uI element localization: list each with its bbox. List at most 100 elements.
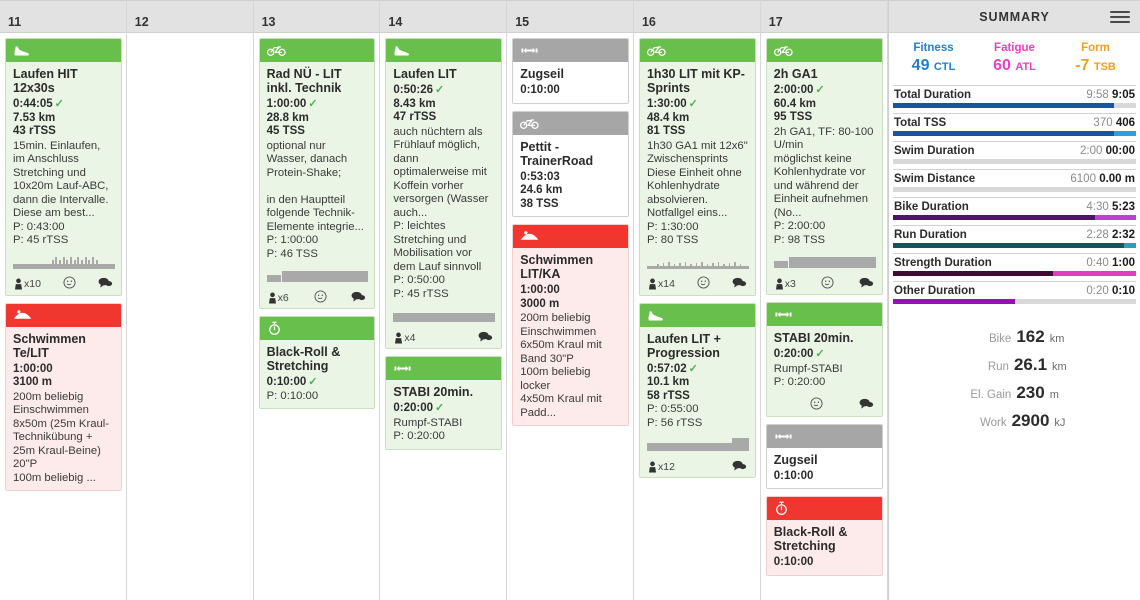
workout-card[interactable]: Schwimmen Te/LIT 1:00:00 3100 m 200m belieb… [5,302,122,491]
comment-icon[interactable] [732,460,747,474]
workout-description: Rumpf-STABI [773,362,843,375]
workout-card[interactable]: Pettit - TrainerRoad 0:53:03 24.6 km 38 TSS [512,110,629,217]
day-body[interactable]: Laufen HIT 12x30s 0:44:05 ✓ 7.53 km 43 rTSS 1… [0,33,126,600]
stat-block: Total TSS 370 406 [893,113,1136,136]
workout-card[interactable]: Laufen LIT + Progression 0:57:02 ✓ 10.1 km 5… [638,302,756,478]
comment-icon[interactable] [859,277,874,291]
day-body[interactable]: Laufen LIT 0:50:26 ✓ 8.43 km 47 rTSS auch nüc… [380,33,506,600]
workout-card-body: STABI 20min. 0:20:00 ✓ Rumpf-STABI P: 0:20:0… [386,380,502,449]
workout-title: Laufen LIT [393,67,457,81]
stat-row[interactable]: Bike Duration 4:30 5:23 [893,197,1136,215]
workout-tss: 58 rTSS [646,389,690,402]
lap-count[interactable]: x12 [648,461,675,473]
day-body[interactable] [127,33,253,600]
comment-icon[interactable] [351,291,366,305]
workout-card-footer: x14 [639,273,755,295]
workout-card[interactable]: STABI 20min. 0:20:00 ✓ Rumpf-STABI P: 0:20:0… [765,302,883,417]
stat-row[interactable]: Run Duration 2:28 2:32 [893,225,1136,243]
pmc-form[interactable]: Form -7 TSB [1055,41,1136,77]
workout-card[interactable]: Laufen LIT 0:50:26 ✓ 8.43 km 47 rTSS auch nüc… [385,38,503,349]
workout-card[interactable]: 1h30 LIT mit KP-Sprints 1:30:00 ✓ 48.4 km 81… [638,38,756,296]
workout-card[interactable]: 2h GA1 2:00:00 ✓ 60.4 km 95 TSS 2h GA1, TF: 8… [765,38,883,295]
day-column[interactable]: 17 2h GA1 2:00:00 ✓ 60.4 km 95 TSS 2h GA1, TF:… [760,0,888,600]
mood-icon[interactable] [821,275,834,292]
mood-icon[interactable] [697,276,710,292]
workout-card-body: Rad NÜ - LIT inkl. Technik 1:00:00 ✓ 28.8 k… [259,62,375,287]
workout-tss: 81 TSS [646,125,686,137]
stat-row[interactable]: Total TSS 370 406 [893,113,1136,131]
workout-card-body: 1h30 LIT mit KP-Sprints 1:30:00 ✓ 48.4 km 81… [639,62,755,274]
stat-actual: 0:10 [1111,285,1135,297]
stabi-icon [513,39,628,62]
hamburger-icon[interactable] [1110,10,1130,23]
day-column[interactable]: 12 [126,0,254,600]
workout-card[interactable]: Zugseil 0:10:00 [512,38,629,104]
workout-duration: 0:20:00 ✓ [774,348,876,362]
completed-check-icon: ✓ [435,84,445,96]
stat-progress-bar [893,271,1136,276]
total-unit: km [1049,333,1065,345]
workout-plan-line: P: 45 rTSS [393,287,449,300]
lap-count[interactable]: x10 [14,278,41,290]
stat-row[interactable]: Total Duration 9:58 9:05 [893,85,1136,103]
total-value: 2900 [1011,411,1050,430]
running-shoe-icon [6,39,121,62]
pmc-fatigue[interactable]: Fatigue 60 ATL [974,41,1055,77]
duration-value: 0:50:26 [393,84,434,96]
stat-row[interactable]: Swim Distance 6100 0.00 m [893,169,1136,187]
lap-count[interactable]: x14 [648,278,675,290]
pmc-fitness[interactable]: Fitness 49 CTL [893,41,974,77]
comment-icon[interactable] [98,277,113,291]
comment-icon[interactable] [478,331,493,345]
bike-icon [639,39,755,62]
day-header: 16 [633,0,760,33]
comment-icon[interactable] [859,398,874,412]
workout-card[interactable]: Rad NÜ - LIT inkl. Technik 1:00:00 ✓ 28.8 k… [258,38,376,309]
stat-actual: 1:00 [1111,257,1135,269]
workout-card[interactable]: Schwimmen LIT/KA 1:00:00 3000 m 200m belieb… [512,224,629,426]
day-column[interactable]: 15 Zugseil 0:10:00 Pettit - TrainerRoad 0:53… [507,0,634,600]
mood-icon[interactable] [63,276,76,292]
day-number: 12 [134,15,149,29]
workout-card-body: Zugseil 0:10:00 [513,62,628,103]
workout-duration: 0:44:05 ✓ [13,98,115,112]
day-column[interactable]: 14 Laufen LIT 0:50:26 ✓ 8.43 km 47 rTSS auch n… [380,0,508,600]
workout-plan-line: P: 1:00:00 [266,234,319,246]
duration-value: 0:10:00 [266,376,307,388]
day-column[interactable]: 13 Rad NÜ - LIT inkl. Technik 1:00:00 ✓ 28.8… [253,0,381,600]
lap-count[interactable]: x3 [775,278,796,290]
pmc-value: -7 TSB [1055,56,1136,77]
stat-row[interactable]: Swim Duration 2:00 00:00 [893,141,1136,159]
workout-card[interactable]: Black-Roll & Stretching 0:10:00 ✓ P: 0:10:0… [258,316,376,409]
workout-card[interactable]: Black-Roll & Stretching 0:10:00 [765,496,883,576]
day-column[interactable]: 16 1h30 LIT mit KP-Sprints 1:30:00 ✓ 48.4 km… [633,0,761,600]
day-body[interactable]: Rad NÜ - LIT inkl. Technik 1:00:00 ✓ 28.8 k… [254,33,380,600]
duration-value: 0:10:00 [773,556,814,568]
workout-description: auch nüchtern als Frühlauf möglich, dann… [393,125,492,219]
workout-distance: 24.6 km [520,184,563,196]
comment-icon[interactable] [732,277,747,291]
total-label: El. Gain [970,389,1012,401]
duration-value: 2:00:00 [773,84,814,96]
stat-label: Swim Distance [894,173,976,185]
pmc-number: -7 [1075,57,1090,74]
lap-count[interactable]: x4 [394,332,415,344]
day-body[interactable]: 1h30 LIT mit KP-Sprints 1:30:00 ✓ 48.4 km 81… [634,33,760,600]
workout-title: STABI 20min. [773,331,854,345]
workout-tss: 43 rTSS [13,125,56,137]
stat-row[interactable]: Other Duration 0:20 0:10 [893,281,1136,299]
workout-card[interactable]: STABI 20min. 0:20:00 ✓ Rumpf-STABI P: 0:20:0… [385,356,503,450]
mood-icon[interactable] [810,397,823,413]
workout-plan-line: P: 0:10:00 [266,389,319,402]
lap-count[interactable]: x6 [268,292,289,304]
stat-row[interactable]: Strength Duration 0:40 1:00 [893,253,1136,271]
day-column[interactable]: 11 Laufen HIT 12x30s 0:44:05 ✓ 7.53 km 43 rTS… [0,0,127,600]
day-body[interactable]: 2h GA1 2:00:00 ✓ 60.4 km 95 TSS 2h GA1, TF: 8… [761,33,887,600]
day-number: 14 [388,15,403,29]
day-body[interactable]: Zugseil 0:10:00 Pettit - TrainerRoad 0:53:0… [507,33,633,600]
workout-card[interactable]: Laufen HIT 12x30s 0:44:05 ✓ 7.53 km 43 rTSS 1… [5,38,122,296]
workout-card[interactable]: Zugseil 0:10:00 [765,423,883,489]
workout-title: Black-Roll & Stretching [266,345,341,373]
workout-card-body: Laufen LIT + Progression 0:57:02 ✓ 10.1 km 5… [639,326,755,456]
mood-icon[interactable] [313,289,327,306]
